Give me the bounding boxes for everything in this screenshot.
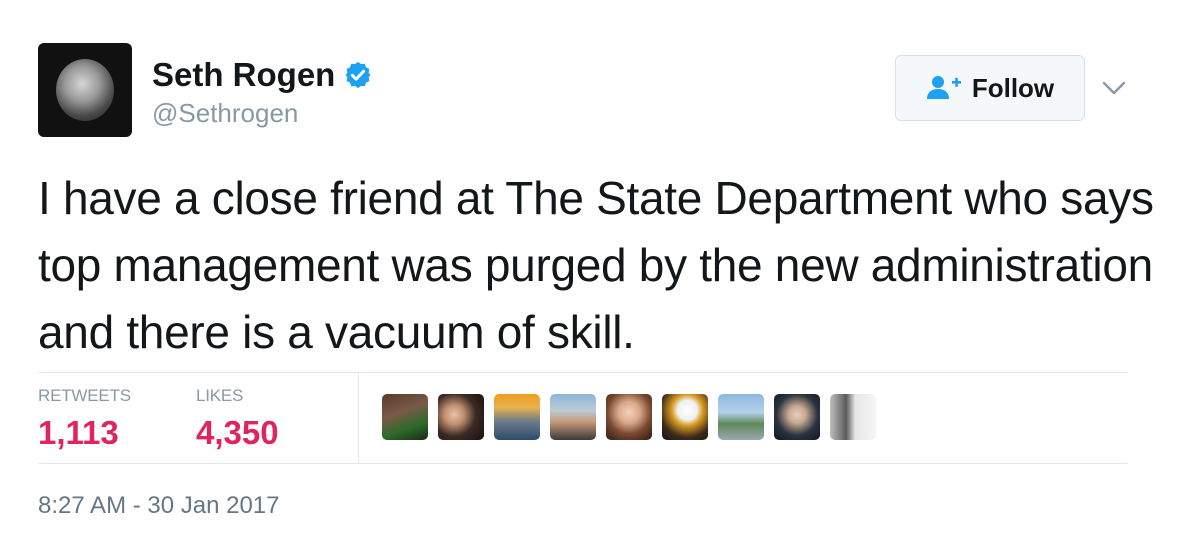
chevron-down-icon[interactable]: [1102, 80, 1126, 96]
liker-avatar[interactable]: [382, 394, 428, 440]
tweet-card: Seth Rogen @Sethrogen Follow I have a cl…: [0, 0, 1200, 536]
follow-label: Follow: [971, 72, 1055, 103]
liker-avatar[interactable]: [494, 394, 540, 440]
divider: [38, 372, 1128, 373]
tweet-timestamp[interactable]: 8:27 AM - 30 Jan 2017: [38, 492, 280, 520]
likes-stat[interactable]: LIKES 4,350: [196, 386, 279, 452]
stats-divider: [358, 373, 359, 463]
profile-avatar[interactable]: [38, 43, 132, 137]
tweet-text: I have a close friend at The State Depar…: [38, 172, 1154, 358]
liker-avatar[interactable]: [662, 394, 708, 440]
avatar-photo: [56, 59, 114, 121]
username[interactable]: @Sethrogen: [152, 98, 298, 129]
verified-badge-icon: [345, 61, 371, 89]
liker-avatar[interactable]: [774, 394, 820, 440]
retweets-count: 1,113: [38, 414, 119, 451]
liker-avatar-opinion-meme[interactable]: [830, 394, 876, 440]
follow-button[interactable]: Follow: [895, 55, 1085, 121]
likes-label: LIKES: [196, 386, 244, 405]
divider: [38, 463, 1128, 464]
retweets-label: RETWEETS: [38, 386, 131, 405]
likers-avatar-list: [382, 394, 876, 440]
display-name-text: Seth Rogen: [152, 56, 336, 93]
retweets-stat[interactable]: RETWEETS 1,113: [38, 386, 131, 452]
likes-count: 4,350: [196, 414, 279, 451]
liker-avatar[interactable]: [438, 394, 484, 440]
liker-avatar[interactable]: [606, 394, 652, 440]
add-user-icon: [926, 76, 961, 99]
display-name[interactable]: Seth Rogen: [152, 56, 373, 94]
liker-avatar[interactable]: [550, 394, 596, 440]
liker-avatar[interactable]: [718, 394, 764, 440]
